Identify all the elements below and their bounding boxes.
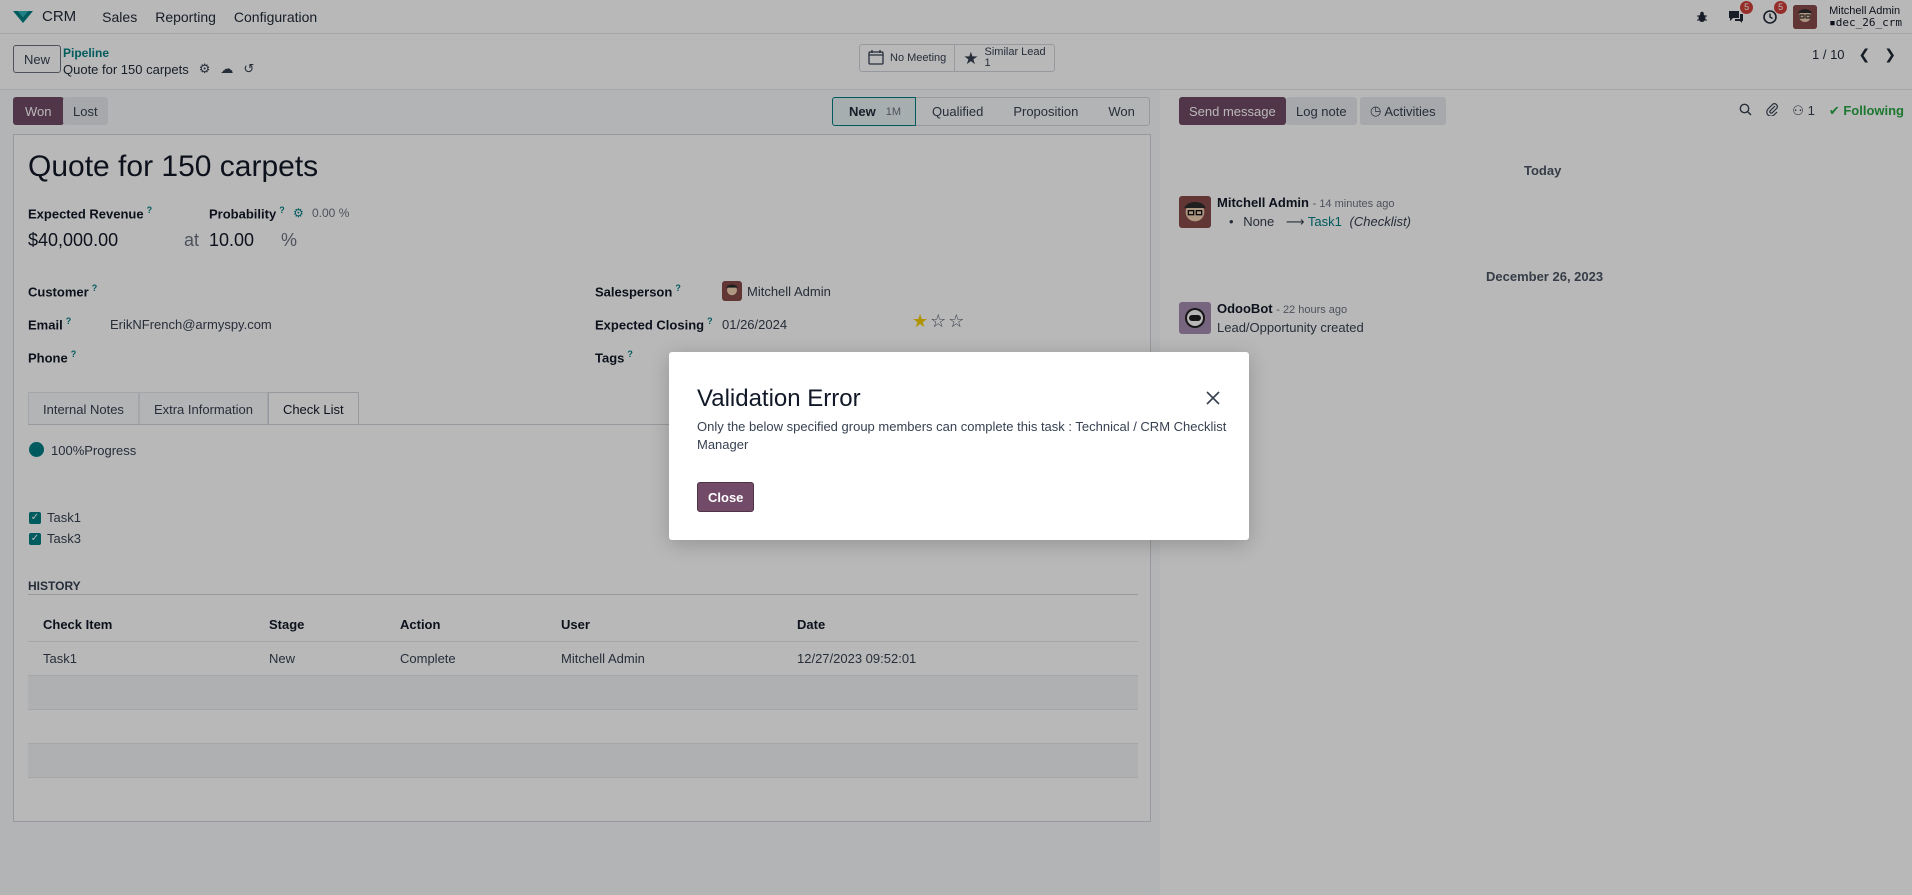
- validation-error-dialog: Validation Error Only the below specifie…: [669, 352, 1249, 540]
- close-button[interactable]: Close: [697, 482, 755, 512]
- dialog-message: Only the below specified group members c…: [697, 419, 1227, 452]
- dialog-title: Validation Error: [697, 385, 861, 412]
- close-icon[interactable]: [1203, 388, 1223, 408]
